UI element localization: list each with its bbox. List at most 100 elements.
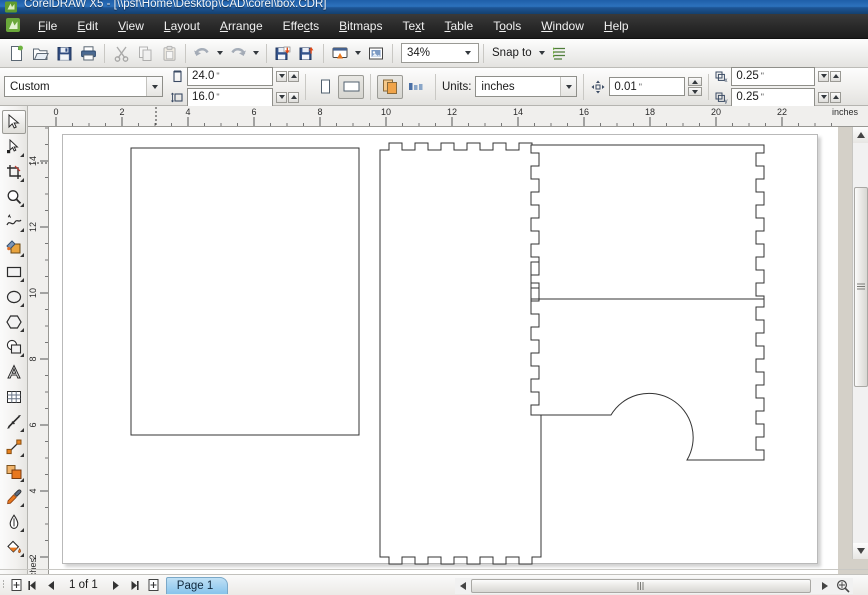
menu-tools[interactable]: Tools [484,16,530,36]
chevron-down-icon[interactable] [146,77,162,96]
flyout-arrow-icon[interactable] [19,353,24,357]
menu-arrange[interactable]: Arrange [211,16,272,36]
menu-help[interactable]: Help [595,16,638,36]
undo-button[interactable] [190,42,214,65]
menu-table[interactable]: Table [436,16,483,36]
flyout-arrow-icon[interactable] [19,153,24,157]
duplicate-x-down-button[interactable] [818,70,830,82]
duplicate-offset-y-field[interactable]: 0.25 " [731,87,816,107]
paper-type-combo[interactable]: Custom [4,76,163,97]
flyout-arrow-icon[interactable] [19,253,24,257]
flyout-arrow-icon[interactable] [19,453,24,457]
add-page-after-button[interactable] [146,577,162,593]
last-page-button[interactable] [127,577,143,593]
vertical-ruler[interactable]: 2 4 6 8 10 12 14 inches [28,127,49,577]
paste-button[interactable] [157,42,181,65]
flyout-arrow-icon[interactable] [19,278,24,282]
duplicate-x-up-button[interactable] [830,70,842,82]
outline-tool[interactable] [2,510,26,534]
basic-shapes-tool[interactable] [2,335,26,359]
scroll-right-button[interactable] [817,578,833,594]
new-document-button[interactable] [4,42,28,65]
drawing-canvas[interactable] [49,127,838,577]
menu-file[interactable]: File [29,16,66,36]
menu-layout[interactable]: Layout [155,16,209,36]
color-eyedropper-tool[interactable] [2,485,26,509]
horizontal-scrollbar[interactable] [455,578,853,594]
vertical-scrollbar[interactable] [852,127,868,559]
menu-effects[interactable]: Effects [274,16,328,36]
chevron-down-icon[interactable] [560,77,577,96]
launch-dropdown-arrow[interactable] [352,42,364,65]
duplicate-offset-y-spinner[interactable] [818,91,842,103]
page-height-field[interactable]: 16.0 " [187,87,273,107]
menu-edit[interactable]: Edit [68,16,107,36]
redo-dropdown-arrow[interactable] [250,42,262,65]
zoom-level-combo[interactable]: 34% [401,43,479,63]
horizontal-ruler[interactable]: 0 2 4 6 8 10 12 14 16 18 20 22 inches [30,106,868,127]
crop-tool[interactable] [2,160,26,184]
flyout-arrow-icon[interactable] [19,178,24,182]
scroll-down-button[interactable] [853,543,868,559]
units-combo[interactable]: inches [475,76,578,97]
options-button[interactable] [548,42,572,65]
flyout-arrow-icon[interactable] [19,553,24,557]
page-width-spinner[interactable] [276,70,299,82]
page-width-field[interactable]: 24.0 " [187,66,273,86]
flyout-arrow-icon[interactable] [19,328,24,332]
flyout-arrow-icon[interactable] [19,428,24,432]
export-button[interactable] [295,42,319,65]
polygon-tool[interactable] [2,310,26,334]
duplicate-y-down-button[interactable] [818,91,830,103]
page-width-up-button[interactable] [288,70,299,82]
table-tool[interactable] [2,385,26,409]
shape-tool[interactable] [2,135,26,159]
flyout-arrow-icon[interactable] [19,478,24,482]
connect-button[interactable] [364,42,388,65]
duplicate-offset-x-field[interactable]: 0.25 " [731,66,816,86]
cut-button[interactable] [109,42,133,65]
freehand-tool[interactable] [2,210,26,234]
smart-fill-tool[interactable] [2,235,26,259]
zoom-tool[interactable] [2,185,26,209]
page-height-up-button[interactable] [288,91,299,103]
scroll-left-button[interactable] [455,578,471,594]
blend-tool[interactable] [2,460,26,484]
menu-app-icon[interactable] [2,16,28,36]
page-tab-page1[interactable]: Page 1 [165,576,229,594]
horizontal-scroll-thumb[interactable] [471,579,811,593]
save-button[interactable] [52,42,76,65]
menu-view[interactable]: View [109,16,153,36]
current-page-button[interactable] [403,75,429,99]
open-document-button[interactable] [28,42,52,65]
first-page-button[interactable] [24,577,40,593]
ellipse-tool[interactable] [2,285,26,309]
dimension-tool[interactable] [2,410,26,434]
box-face-panel-notched[interactable] [530,144,765,307]
orientation-landscape-button[interactable] [338,74,364,99]
menu-text[interactable]: Text [393,16,433,36]
text-tool[interactable] [2,360,26,384]
prev-page-button[interactable] [43,577,59,593]
fill-tool[interactable] [2,535,26,559]
redo-button[interactable] [226,42,250,65]
box-side-panel-tabbed[interactable] [379,142,542,565]
flyout-arrow-icon[interactable] [19,228,24,232]
launch-button[interactable] [328,42,352,65]
undo-dropdown-arrow[interactable] [214,42,226,65]
add-page-before-button[interactable] [8,577,24,593]
page-height-spinner[interactable] [276,91,299,103]
pick-tool[interactable] [1,110,26,134]
page-height-down-button[interactable] [276,91,287,103]
snap-to-dropdown-arrow[interactable] [536,42,548,65]
flyout-arrow-icon[interactable] [19,203,24,207]
flyout-arrow-icon[interactable] [19,503,24,507]
rectangle-tool[interactable] [2,260,26,284]
chevron-down-icon[interactable] [460,51,476,55]
scroll-up-button[interactable] [853,127,868,143]
menu-window[interactable]: Window [532,16,593,36]
flyout-arrow-icon[interactable] [19,303,24,307]
next-page-button[interactable] [108,577,124,593]
connector-tool[interactable] [2,435,26,459]
copy-button[interactable] [133,42,157,65]
